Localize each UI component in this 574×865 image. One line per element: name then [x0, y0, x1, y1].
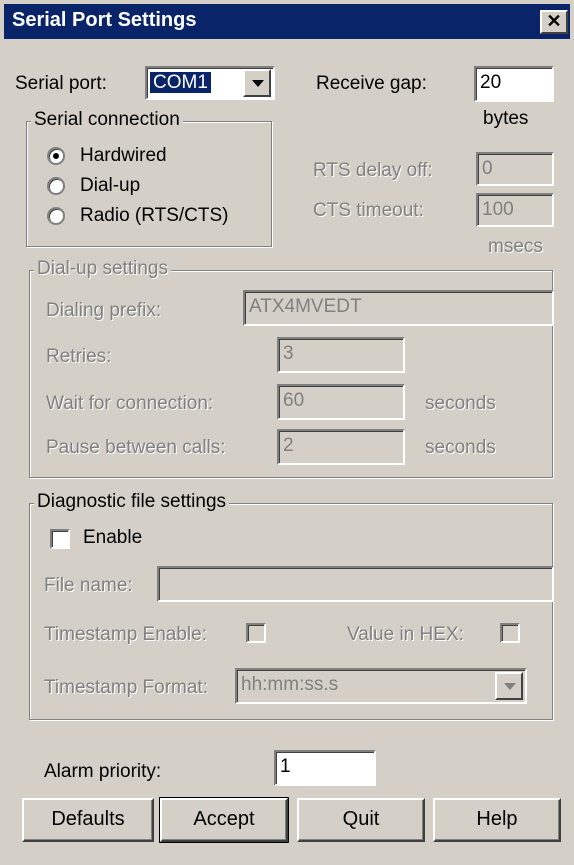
pause-between-calls-label: Pause between calls:	[46, 437, 226, 458]
radio-radio-rts-cts[interactable]	[47, 207, 65, 225]
radio-hardwired-label: Hardwired	[80, 145, 167, 166]
serial-port-settings-dialog: Serial Port Settings ✕ Serial port: COM1…	[0, 0, 574, 865]
rts-delay-off-label: RTS delay off:	[313, 160, 433, 181]
cts-timeout-unit: msecs	[488, 236, 543, 257]
cts-timeout-input[interactable]: 100	[476, 193, 554, 227]
enable-label: Enable	[83, 527, 143, 548]
serial-port-select[interactable]: COM1	[145, 66, 275, 100]
radio-radio-rts-cts-label: Radio (RTS/CTS)	[80, 205, 229, 226]
timestamp-enable-label: Timestamp Enable:	[44, 624, 207, 645]
alarm-priority-input[interactable]: 1	[274, 750, 376, 786]
close-icon: ✕	[546, 11, 562, 31]
cts-timeout-label: CTS timeout:	[313, 200, 424, 221]
receive-gap-unit: bytes	[483, 108, 529, 129]
radio-dialup[interactable]	[47, 177, 65, 195]
timestamp-format-dropdown-button[interactable]	[495, 672, 523, 700]
receive-gap-label: Receive gap:	[316, 73, 427, 94]
retries-input[interactable]: 3	[277, 337, 405, 373]
dialing-prefix-input[interactable]: ATX4MVEDT	[243, 290, 554, 326]
file-name-input[interactable]	[157, 566, 554, 602]
close-button[interactable]: ✕	[540, 10, 568, 34]
serial-port-label: Serial port:	[15, 73, 107, 94]
defaults-button[interactable]: Defaults	[22, 798, 154, 842]
enable-checkbox[interactable]	[50, 529, 70, 549]
radio-selected-dot	[53, 153, 59, 159]
value-in-hex-checkbox[interactable]	[500, 623, 520, 643]
timestamp-format-label: Timestamp Format:	[44, 677, 208, 698]
radio-hardwired[interactable]	[47, 147, 65, 165]
timestamp-enable-checkbox[interactable]	[246, 623, 266, 643]
value-in-hex-label: Value in HEX:	[347, 624, 464, 645]
pause-between-calls-unit: seconds	[425, 437, 496, 458]
retries-label: Retries:	[46, 346, 112, 367]
wait-for-connection-input[interactable]: 60	[277, 384, 405, 420]
serial-port-dropdown-button[interactable]	[243, 69, 271, 97]
help-button[interactable]: Help	[433, 798, 561, 842]
window-title: Serial Port Settings	[12, 9, 197, 31]
receive-gap-input[interactable]: 20	[474, 66, 554, 102]
quit-button[interactable]: Quit	[297, 798, 425, 842]
dialup-settings-title: Dial-up settings	[34, 258, 171, 280]
wait-for-connection-unit: seconds	[425, 393, 496, 414]
title-bar[interactable]: Serial Port Settings ✕	[4, 4, 570, 39]
chevron-down-icon	[252, 80, 264, 87]
rts-delay-off-input[interactable]: 0	[476, 152, 554, 186]
wait-for-connection-label: Wait for connection:	[46, 393, 214, 414]
timestamp-format-select[interactable]: hh:mm:ss.s	[235, 668, 527, 704]
timestamp-format-value: hh:mm:ss.s	[241, 674, 339, 695]
serial-connection-title: Serial connection	[31, 109, 183, 131]
serial-port-value: COM1	[150, 72, 211, 93]
alarm-priority-label: Alarm priority:	[44, 761, 162, 782]
file-name-label: File name:	[44, 575, 133, 596]
chevron-down-icon	[504, 683, 516, 690]
pause-between-calls-input[interactable]: 2	[277, 429, 405, 465]
diagnostic-file-settings-title: Diagnostic file settings	[34, 491, 230, 513]
dialing-prefix-label: Dialing prefix:	[46, 300, 162, 321]
accept-button[interactable]: Accept	[159, 797, 289, 843]
radio-dialup-label: Dial-up	[80, 175, 141, 196]
